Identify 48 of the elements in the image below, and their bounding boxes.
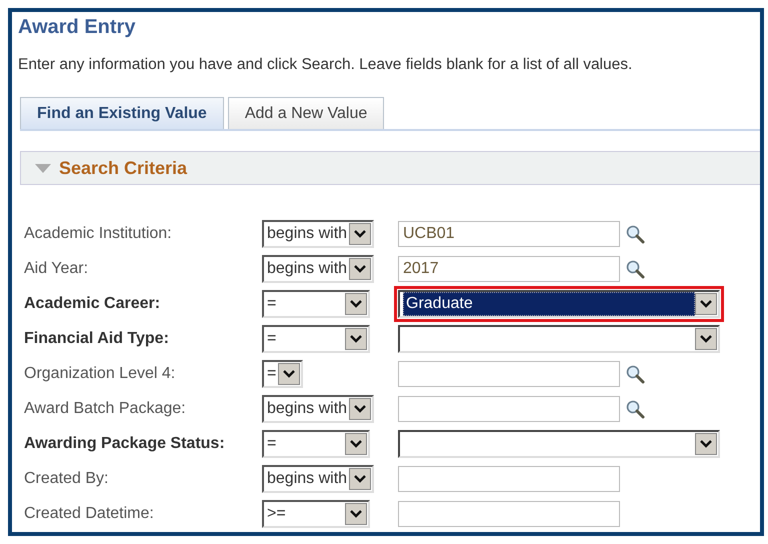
chevron-down-icon — [283, 370, 296, 378]
chevron-down-icon — [350, 300, 362, 308]
field-label: Academic Institution: — [23, 225, 173, 243]
operator-dropdown[interactable]: begins with — [262, 220, 374, 248]
field-label: Award Batch Package: — [23, 400, 187, 418]
section-title: Search Criteria — [59, 158, 188, 178]
search-icon[interactable] — [625, 224, 645, 244]
text-field[interactable] — [398, 361, 620, 387]
chevron-down-icon — [350, 335, 362, 343]
text-field[interactable]: 2017 — [398, 256, 620, 282]
tab[interactable]: Add a New Value — [228, 97, 384, 129]
chevron-down-icon — [354, 265, 366, 273]
operator-dropdown[interactable]: begins with — [262, 395, 374, 423]
text-field[interactable] — [398, 501, 620, 527]
operator-dropdown[interactable]: = — [262, 325, 370, 353]
field-label: Created Datetime: — [23, 505, 155, 523]
field-label: Awarding Package Status: — [23, 435, 226, 453]
field-label: Created By: — [23, 470, 110, 488]
tab[interactable]: Find an Existing Value — [20, 97, 224, 129]
chevron-down-icon — [354, 405, 366, 413]
chevron-down-icon — [350, 510, 362, 518]
chevron-down-icon — [700, 335, 712, 343]
chevron-down-icon — [700, 300, 712, 308]
chevron-down-icon — [354, 475, 366, 483]
chevron-down-icon — [354, 230, 366, 238]
field-label: Academic Career: — [23, 295, 162, 313]
text-field[interactable] — [398, 396, 620, 422]
field-label: Aid Year: — [23, 260, 90, 278]
page-title: Award Entry — [18, 16, 136, 40]
operator-dropdown[interactable]: begins with — [262, 255, 374, 283]
text-field[interactable]: UCB01 — [398, 221, 620, 247]
search-icon[interactable] — [625, 399, 645, 419]
field-label: Financial Aid Type: — [23, 330, 170, 348]
operator-dropdown[interactable]: = — [262, 360, 304, 388]
operator-dropdown[interactable]: begins with — [262, 465, 374, 493]
operator-dropdown[interactable]: = — [262, 290, 370, 318]
section-header[interactable]: Search Criteria — [20, 151, 760, 185]
instructions-text: Enter any information you have and click Search. Leave fields blank for a list of all values. — [18, 56, 634, 74]
dropdown-field[interactable] — [398, 430, 720, 458]
operator-dropdown[interactable]: >= — [262, 500, 370, 528]
dropdown-field[interactable] — [398, 325, 720, 353]
field-label: Organization Level 4: — [23, 365, 176, 383]
search-icon[interactable] — [625, 259, 645, 279]
text-field[interactable] — [398, 466, 620, 492]
search-icon[interactable] — [625, 364, 645, 384]
operator-dropdown[interactable]: = — [262, 430, 370, 458]
chevron-down-icon — [700, 440, 712, 448]
chevron-down-icon — [350, 440, 362, 448]
